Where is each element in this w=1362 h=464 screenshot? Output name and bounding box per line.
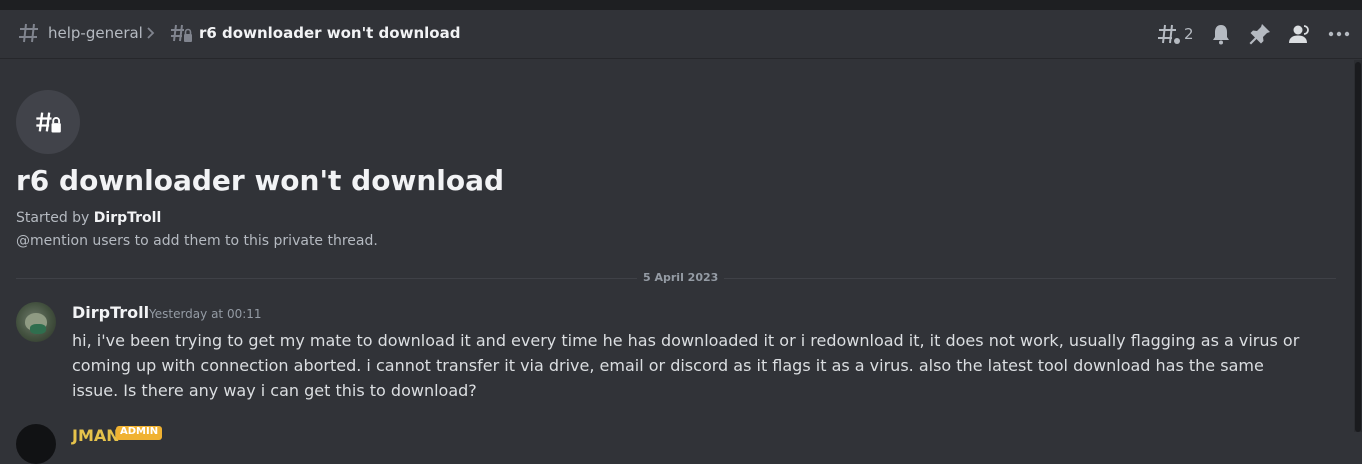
mention-hint: @mention users to add them to this priva… — [16, 233, 378, 249]
threads-count: 2 — [1184, 25, 1194, 43]
thread-lock-icon — [36, 112, 61, 133]
chevron-right-icon — [147, 27, 155, 39]
thread-lock-icon — [171, 24, 192, 42]
window-top-strip — [0, 0, 1362, 10]
thread-icon-avatar — [16, 90, 80, 154]
threads-icon — [1158, 24, 1180, 44]
parent-channel-link[interactable]: help-general — [48, 24, 143, 42]
pin-icon[interactable] — [1248, 22, 1272, 46]
bell-icon[interactable] — [1209, 22, 1233, 46]
message-author[interactable]: DirpTroll — [72, 303, 149, 322]
avatar[interactable] — [16, 424, 56, 464]
message-content: hi, i've been trying to get my mate to d… — [72, 331, 1300, 400]
thread-started-by: Started by DirpTroll — [16, 210, 161, 226]
message-timestamp: Yesterday at 00:11 — [149, 307, 262, 321]
started-by-user[interactable]: DirpTroll — [94, 210, 161, 226]
threads-button[interactable]: 2 — [1157, 22, 1197, 46]
channel-header: help-general r6 downloader won't downloa… — [0, 10, 1362, 59]
thread-title-header: r6 downloader won't download — [199, 24, 461, 42]
message-author[interactable]: JMAN — [72, 426, 120, 445]
members-icon[interactable] — [1287, 22, 1311, 46]
more-icon[interactable] — [1327, 22, 1351, 46]
avatar[interactable] — [16, 302, 56, 342]
role-badge: ADMIN — [116, 426, 163, 440]
scrollbar-thumb[interactable] — [1355, 62, 1361, 432]
started-by-label: Started by — [16, 210, 90, 226]
hash-icon — [19, 23, 38, 43]
thread-title: r6 downloader won't download — [16, 164, 505, 197]
date-divider-label: 5 April 2023 — [637, 271, 725, 284]
